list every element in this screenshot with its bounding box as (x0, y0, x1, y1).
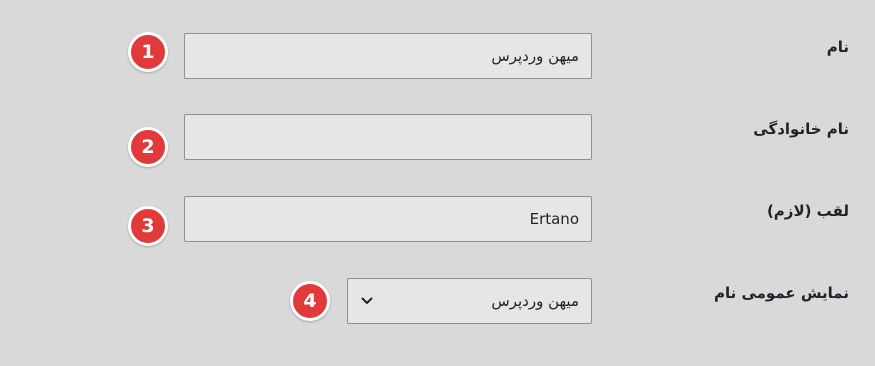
display-name-label: نمایش عمومی نام (713, 284, 849, 302)
nickname-input[interactable]: Ertano (184, 196, 592, 242)
nickname-value: Ertano (529, 210, 579, 228)
chevron-down-icon (360, 294, 374, 308)
next-row-label-partial (769, 360, 849, 366)
nickname-label: لقب (لازم) (766, 202, 849, 220)
first-name-label: نام (826, 38, 849, 56)
callout-badge-4: 4 (290, 281, 330, 321)
last-name-input[interactable] (184, 114, 592, 160)
display-name-select[interactable]: میهن وردپرس (347, 278, 592, 324)
profile-form: نام 1 میهن وردپرس نام خانوادگی 2 لقب (لا… (0, 0, 875, 366)
callout-badge-1: 1 (128, 32, 168, 72)
first-name-input[interactable]: میهن وردپرس (184, 33, 592, 79)
first-name-value: میهن وردپرس (491, 47, 579, 65)
callout-badge-2: 2 (128, 127, 168, 167)
display-name-value: میهن وردپرس (491, 292, 579, 310)
last-name-label: نام خانوادگی (753, 120, 849, 138)
callout-badge-3: 3 (128, 206, 168, 246)
